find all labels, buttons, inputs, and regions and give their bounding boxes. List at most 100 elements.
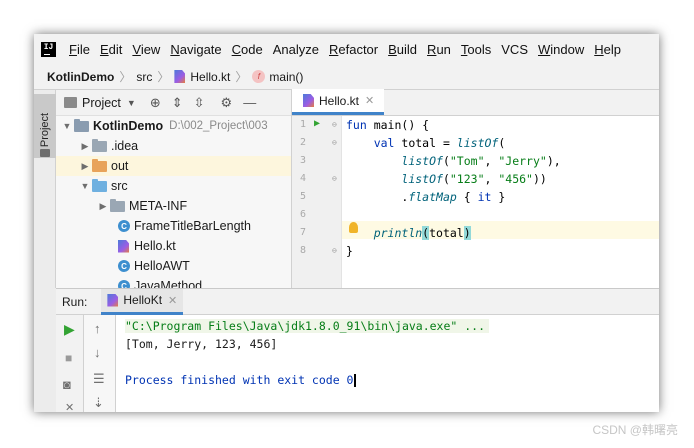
chevron-down-icon[interactable]: ▼: [127, 98, 136, 108]
breadcrumb-project[interactable]: KotlinDemo: [47, 70, 114, 84]
editor-tab-bar: Hello.kt ✕: [292, 89, 659, 116]
close-icon[interactable]: ✕: [168, 294, 177, 307]
menu-run[interactable]: Run: [427, 42, 451, 57]
menu-vcs[interactable]: VCS: [501, 42, 528, 57]
chevron-right-icon: 〉: [235, 70, 248, 84]
breadcrumb: KotlinDemo 〉 src 〉 Hello.kt 〉 f main(): [34, 64, 659, 90]
run-tab-label: HelloKt: [123, 293, 163, 307]
tree-item-helloawt[interactable]: C HelloAWT: [56, 256, 291, 276]
menu-code[interactable]: Code: [232, 42, 263, 57]
fold-icon[interactable]: ⊖: [332, 120, 337, 129]
menu-analyze[interactable]: Analyze: [273, 42, 319, 57]
line-number: 1: [299, 119, 306, 130]
class-icon: C: [118, 220, 130, 232]
project-tab-label: Project: [39, 112, 51, 148]
project-tool-tab[interactable]: Project: [34, 94, 56, 158]
fold-icon[interactable]: ⊖: [332, 246, 337, 255]
tree-item-hello-kt[interactable]: Hello.kt: [56, 236, 291, 256]
line-number: 3: [299, 155, 306, 166]
kotlin-file-icon: [303, 94, 314, 107]
tab-hellokt[interactable]: HelloKt ✕: [101, 288, 184, 315]
console-line: "C:\Program Files\Java\jdk1.8.0_91\bin\j…: [125, 317, 490, 335]
chevron-right-icon: 〉: [119, 70, 132, 84]
tree-item-meta-inf[interactable]: ▶ META-INF: [56, 196, 291, 216]
rerun-icon[interactable]: ▶: [64, 321, 75, 338]
folder-icon: [40, 149, 50, 157]
breadcrumb-function[interactable]: main(): [269, 70, 303, 84]
run-toolbar-secondary: ↑ ↓ ☰ ⇣: [84, 315, 116, 412]
close-icon[interactable]: ✕: [365, 94, 374, 107]
tree-item-src[interactable]: ▼ src: [56, 176, 291, 196]
menu-tools[interactable]: Tools: [461, 42, 491, 57]
code-area[interactable]: 1 2 3 4 5 6 7 8 ▶ ⊖ ⊖ ⊖ ⊖ fun main() { v…: [292, 116, 659, 288]
run-gutter-icon[interactable]: ▶: [314, 118, 320, 129]
chevron-right-icon: 〉: [157, 70, 170, 84]
tree-item-label: HelloAWT: [134, 259, 190, 273]
class-icon: C: [118, 280, 130, 288]
run-label: Run:: [62, 294, 88, 309]
chevron-right-icon[interactable]: ▶: [78, 141, 92, 152]
close-icon[interactable]: ✕: [65, 401, 74, 412]
console-line: [Tom, Jerry, 123, 456]: [125, 337, 278, 351]
tree-item-out[interactable]: ▶ out: [56, 156, 291, 176]
line-number: 5: [299, 191, 306, 202]
chevron-down-icon[interactable]: ▼: [60, 121, 74, 131]
tree-item-path: D:\002_Project\003: [169, 120, 268, 132]
chevron-right-icon[interactable]: ▶: [78, 161, 92, 172]
menu-build[interactable]: Build: [388, 42, 417, 57]
menu-window[interactable]: Window: [538, 42, 584, 57]
fold-icon[interactable]: ⊖: [332, 138, 337, 147]
menu-file[interactable]: File: [69, 42, 90, 57]
code-line: println(total): [373, 226, 471, 240]
minimize-icon[interactable]: —: [243, 95, 256, 110]
left-tool-strip: Project: [34, 90, 56, 288]
console-command: "C:\Program Files\Java\jdk1.8.0_91\bin\j…: [125, 319, 490, 333]
breadcrumb-folder[interactable]: src: [136, 70, 152, 84]
breadcrumb-file[interactable]: Hello.kt: [190, 70, 230, 84]
line-number: 7: [299, 227, 306, 238]
tree-item-frametitlebarlength[interactable]: C FrameTitleBarLength: [56, 216, 291, 236]
code-line: }: [346, 244, 353, 258]
tree-item-label: out: [111, 159, 129, 173]
expand-all-icon[interactable]: ⇕: [172, 95, 183, 111]
menu-refactor[interactable]: Refactor: [329, 42, 378, 57]
line-number: 4: [299, 173, 306, 184]
tab-hello-kt[interactable]: Hello.kt ✕: [292, 89, 385, 115]
console-output[interactable]: "C:\Program Files\Java\jdk1.8.0_91\bin\j…: [125, 317, 490, 389]
tree-item-label: JavaMethod: [134, 279, 203, 288]
project-panel: Project ▼ ⊕ ⇕ ⇳ ⚙ — ▼ KotlinDemo D:\002_…: [56, 90, 292, 288]
locate-icon[interactable]: ⊕: [150, 95, 161, 111]
chevron-right-icon[interactable]: ▶: [96, 201, 110, 212]
soft-wrap-icon[interactable]: ☰: [93, 371, 105, 387]
chevron-down-icon[interactable]: ▼: [78, 181, 92, 191]
folder-icon: [92, 138, 107, 152]
tree-item-label: Hello.kt: [134, 239, 176, 253]
tree-item-idea[interactable]: ▶ .idea: [56, 136, 291, 156]
menu-view[interactable]: View: [132, 42, 160, 57]
tree-item-label: src: [111, 179, 128, 193]
collapse-all-icon[interactable]: ⇳: [194, 95, 205, 111]
project-panel-title[interactable]: Project: [82, 96, 121, 110]
tree-item-root[interactable]: ▼ KotlinDemo D:\002_Project\003: [56, 116, 291, 136]
gear-icon[interactable]: ⚙: [221, 95, 233, 111]
fold-icon[interactable]: ⊖: [332, 174, 337, 183]
console-line: Process finished with exit code 0: [125, 371, 489, 389]
arrow-up-icon[interactable]: ↑: [94, 321, 101, 336]
ide-window: IJ File Edit View Navigate Code Analyze …: [34, 34, 659, 412]
arrow-down-icon[interactable]: ↓: [94, 345, 101, 360]
line-number: 2: [299, 137, 306, 148]
kotlin-file-icon: [174, 70, 186, 83]
folder-icon: [110, 198, 125, 212]
stop-icon[interactable]: ■: [65, 351, 72, 365]
menu-navigate[interactable]: Navigate: [170, 42, 221, 57]
line-number: 6: [299, 209, 306, 220]
scroll-to-end-icon[interactable]: ⇣: [93, 395, 104, 411]
tree-item-javamethod[interactable]: C JavaMethod: [56, 276, 291, 288]
menu-edit[interactable]: Edit: [100, 42, 122, 57]
menu-help[interactable]: Help: [594, 42, 621, 57]
code-line: listOf("123", "456")): [401, 172, 547, 186]
class-icon: C: [118, 260, 130, 272]
run-panel: Run: HelloKt ✕ ▶ ■ ◙ ✕ ↑ ↓ ☰ ⇣ "C:\Progr…: [56, 288, 659, 412]
camera-icon[interactable]: ◙: [63, 377, 71, 392]
